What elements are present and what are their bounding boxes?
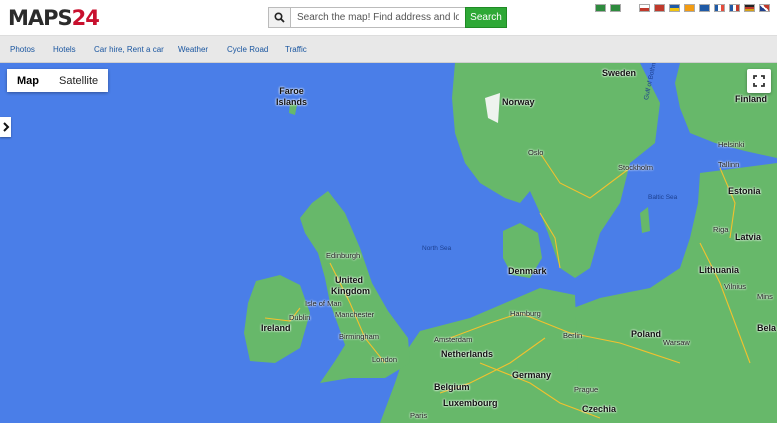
label-vilnius: Vilnius xyxy=(724,282,746,291)
label-germany: Germany xyxy=(512,370,552,380)
label-latvia: Latvia xyxy=(735,232,762,242)
flag-icon[interactable] xyxy=(639,4,650,12)
label-prague: Prague xyxy=(574,385,599,394)
search-input[interactable] xyxy=(291,7,465,28)
label-manchester: Manchester xyxy=(335,310,375,319)
label-amsterdam: Amsterdam xyxy=(434,335,473,344)
top-bar: MAPS24 Search xyxy=(0,0,777,36)
search-button[interactable]: Search xyxy=(465,7,507,28)
label-oslo: Oslo xyxy=(528,148,544,157)
label-edinburgh: Edinburgh xyxy=(326,251,361,260)
flag-icon[interactable] xyxy=(610,4,621,12)
label-birmingham: Birmingham xyxy=(339,332,380,341)
flag-icon[interactable] xyxy=(699,4,710,12)
flag-icon[interactable] xyxy=(759,4,770,12)
label-denmark: Denmark xyxy=(508,266,547,276)
flag-icon[interactable] xyxy=(714,4,725,12)
land-gotland xyxy=(640,207,650,233)
flag-icon[interactable] xyxy=(595,4,606,12)
label-kingdom: Kingdom xyxy=(331,286,370,296)
map-background xyxy=(244,63,777,423)
logo-text-maps: MAPS xyxy=(8,6,73,30)
map-type-map-button[interactable]: Map xyxy=(7,69,49,92)
label-stockholm: Stockholm xyxy=(618,163,654,172)
map-type-control: Map Satellite xyxy=(7,69,109,92)
label-sweden: Sweden xyxy=(602,68,637,78)
label-warsaw: Warsaw xyxy=(663,338,690,347)
nav-item-photos[interactable]: Photos xyxy=(10,45,35,54)
label-lithuania: Lithuania xyxy=(699,265,739,275)
label-baltic-sea: Baltic Sea xyxy=(648,194,678,201)
label-finland: Finland xyxy=(735,94,767,104)
label-isle-of-man: Isle of Man xyxy=(305,299,342,308)
label-united: United xyxy=(335,275,363,285)
label-dublin: Dublin xyxy=(289,313,311,322)
map-type-satellite-button[interactable]: Satellite xyxy=(49,69,109,92)
maps24-logo[interactable]: MAPS24 xyxy=(8,6,100,30)
nav-item-traffic[interactable]: Traffic xyxy=(285,45,307,54)
label-czechia: Czechia xyxy=(582,404,617,414)
flag-icon[interactable] xyxy=(729,4,740,12)
nav-item-weather[interactable]: Weather xyxy=(178,45,208,54)
label-hamburg: Hamburg xyxy=(510,309,541,318)
label-berlin: Berlin xyxy=(563,331,583,340)
label-estonia: Estonia xyxy=(728,186,761,196)
label-ireland: Ireland xyxy=(261,323,291,333)
search-bar: Search xyxy=(268,7,507,28)
fullscreen-button[interactable] xyxy=(747,69,771,93)
nav-bar: Photos Hotels Car hire, Rent a car Weath… xyxy=(0,36,777,63)
language-flags xyxy=(595,4,775,14)
flag-icon[interactable] xyxy=(654,4,665,12)
fullscreen-icon xyxy=(753,75,765,87)
flag-icon[interactable] xyxy=(669,4,680,12)
label-north-sea: North Sea xyxy=(422,245,452,252)
label-belarus: Bela xyxy=(757,323,777,333)
flag-icon[interactable] xyxy=(684,4,695,12)
label-tallinn: Tallinn xyxy=(718,160,740,169)
label-riga: Riga xyxy=(713,225,729,234)
label-faroe-islands: Faroe Islands xyxy=(276,86,308,107)
nav-item-cycle-road[interactable]: Cycle Road xyxy=(227,45,268,54)
map-canvas[interactable]: Sweden Finland Faroe Islands Norway Gulf… xyxy=(0,63,777,423)
nav-item-hotels[interactable]: Hotels xyxy=(53,45,76,54)
label-poland: Poland xyxy=(631,329,662,339)
label-paris: Paris xyxy=(410,411,428,420)
label-belgium: Belgium xyxy=(434,382,470,392)
label-luxembourg: Luxembourg xyxy=(443,398,498,408)
label-helsinki: Helsinki xyxy=(718,140,745,149)
label-london: London xyxy=(372,355,398,364)
magnifier-icon[interactable] xyxy=(268,7,291,28)
chevron-right-icon xyxy=(2,122,9,132)
nav-item-car-hire[interactable]: Car hire, Rent a car xyxy=(94,45,164,54)
logo-text-24: 24 xyxy=(71,6,100,30)
expand-sidebar-button[interactable] xyxy=(0,117,11,137)
label-norway: Norway xyxy=(502,97,535,107)
label-minsk: Mins xyxy=(757,292,773,301)
flag-icon[interactable] xyxy=(744,4,755,12)
label-netherlands: Netherlands xyxy=(441,349,494,359)
